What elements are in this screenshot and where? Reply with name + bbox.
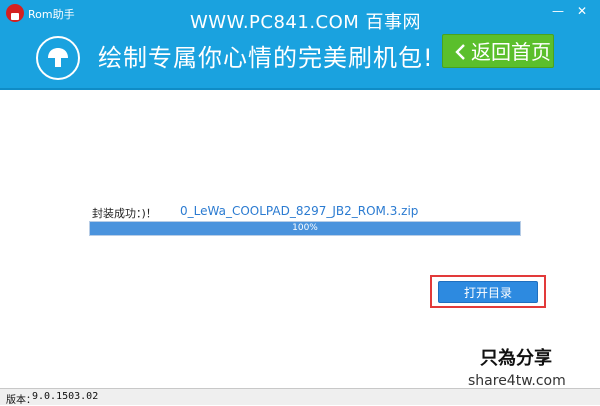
- chevron-left-icon: [455, 44, 465, 60]
- banner-slogan: 绘制专属你心情的完美刷机包!: [98, 44, 434, 72]
- output-filename: 0_LeWa_COOLPAD_8297_JB2_ROM.3.zip: [180, 204, 419, 218]
- app-title: Rom助手: [28, 8, 75, 21]
- app-header: Rom助手 WWW.PC841.COM 百事网 — ✕ 绘制专属你心情的完美刷机…: [0, 0, 600, 88]
- status-bar: 版本： 9.0.1503.02: [0, 388, 600, 406]
- watermark-text: WWW.PC841.COM 百事网: [190, 12, 422, 33]
- header-divider: [0, 88, 600, 90]
- app-logo-icon: [6, 4, 24, 22]
- brand-name: 只為分享: [480, 348, 552, 369]
- back-home-label: 返回首页: [471, 40, 551, 64]
- version-value: 9.0.1503.02: [32, 391, 99, 402]
- minimize-button[interactable]: —: [548, 2, 568, 20]
- mushroom-icon: [36, 36, 80, 80]
- brand-url: share4tw.com: [468, 373, 566, 389]
- pack-status-label: 封装成功：)！: [92, 207, 157, 220]
- back-home-button[interactable]: 返回首页: [442, 34, 554, 68]
- open-directory-button[interactable]: 打开目录: [438, 281, 538, 303]
- pack-progress-bar: 100%: [89, 221, 521, 236]
- close-button[interactable]: ✕: [572, 2, 592, 20]
- progress-text: 100%: [292, 223, 318, 233]
